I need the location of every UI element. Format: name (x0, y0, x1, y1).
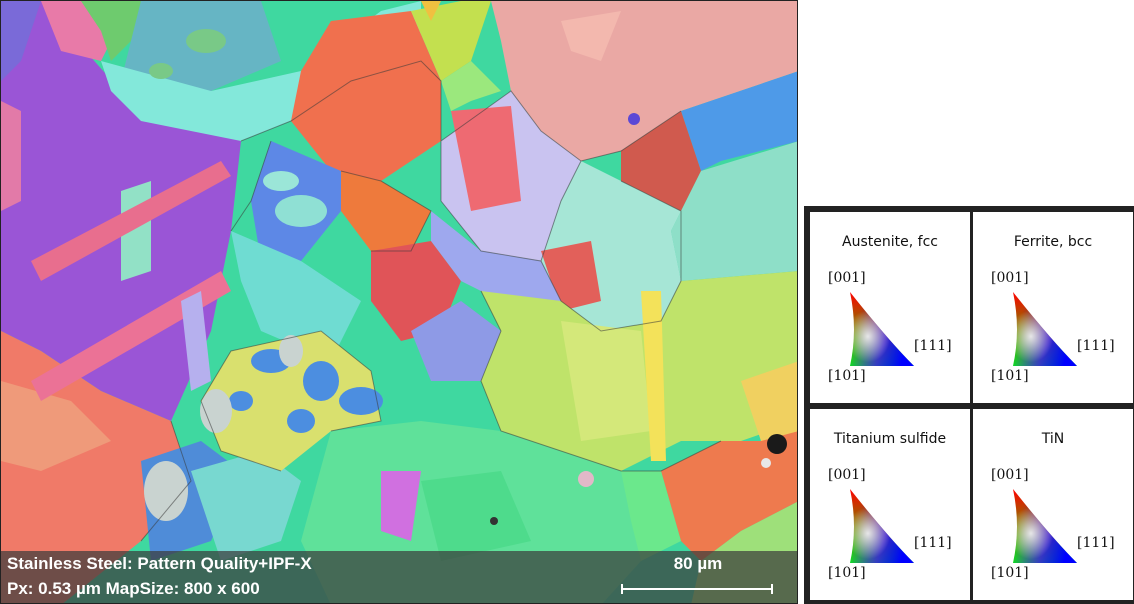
pole-101-label: [101] (991, 565, 1029, 581)
pole-111-label: [111] (914, 535, 952, 551)
pole-111-label: [111] (1077, 535, 1115, 551)
legend-cell-titanium-sulfide: Titanium sulfide [001] [111] [101] (809, 408, 971, 601)
phase-name: Austenite, fcc (842, 234, 938, 250)
map-info-bar: Stainless Steel: Pattern Quality+IPF-X P… (1, 551, 797, 603)
phase-name: Titanium sulfide (833, 431, 947, 447)
pole-101-label: [101] (828, 368, 866, 384)
map-pixel-info: Px: 0.53 µm MapSize: 800 x 600 (7, 579, 260, 598)
pole-101-label: [101] (828, 565, 866, 581)
ipf-legend: Austenite, fcc [001] [111] [101] Ferrite… (804, 206, 1134, 604)
phase-name: TiN (1041, 431, 1065, 447)
legend-cell-ferrite: Ferrite, bcc [001] [111] [101] (972, 211, 1134, 404)
phase-name: Ferrite, bcc (1013, 234, 1093, 250)
grain-map-image (1, 1, 797, 603)
pole-001-label: [001] (991, 467, 1029, 483)
ipf-triangle-icon (850, 292, 914, 366)
pole-111-label: [111] (914, 338, 952, 354)
pole-001-label: [001] (991, 270, 1029, 286)
ipf-triangle-icon (1013, 292, 1077, 366)
ipf-triangle-icon (1013, 489, 1077, 563)
pole-001-label: [001] (828, 270, 866, 286)
scale-bar (621, 584, 773, 594)
ebsd-ipf-map: Stainless Steel: Pattern Quality+IPF-X P… (0, 0, 798, 604)
legend-cell-austenite: Austenite, fcc [001] [111] [101] (809, 211, 971, 404)
scale-bar-label: 80 µm (673, 554, 723, 573)
legend-cell-tin: TiN [001] [111] [101] (972, 408, 1134, 601)
pole-001-label: [001] (828, 467, 866, 483)
pole-101-label: [101] (991, 368, 1029, 384)
map-title: Stainless Steel: Pattern Quality+IPF-X (7, 554, 312, 573)
pole-111-label: [111] (1077, 338, 1115, 354)
ipf-triangle-icon (850, 489, 914, 563)
